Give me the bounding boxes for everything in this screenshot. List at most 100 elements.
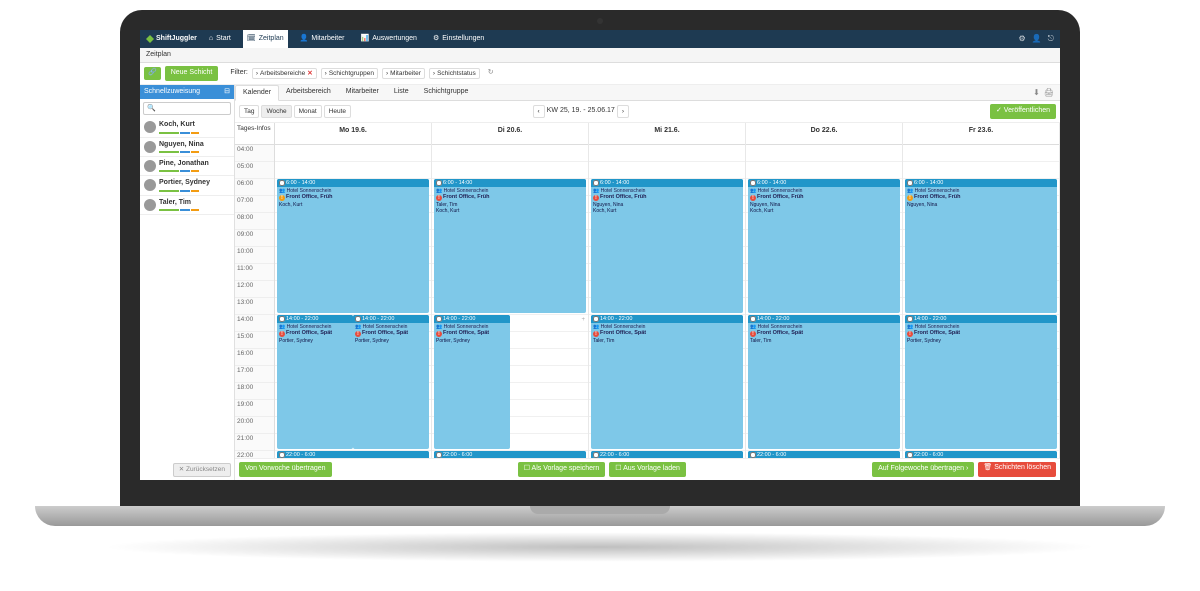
- view-tabs: Kalender Arbeitsbereich Mitarbeiter List…: [235, 85, 1060, 102]
- nav-zeitplan[interactable]: 🗓 Zeitplan: [243, 30, 288, 48]
- shift-checkbox[interactable]: [907, 452, 913, 458]
- shift-checkbox[interactable]: [593, 452, 599, 458]
- shift-morning[interactable]: 6:00 - 14:00👥 Hotel Sonnenschein! Front …: [748, 179, 900, 313]
- shift-group: ! Front Office, Spät: [279, 330, 351, 337]
- shift-checkbox[interactable]: [593, 316, 599, 322]
- collapse-icon[interactable]: ⊟: [224, 88, 230, 96]
- employee-item[interactable]: Taler, Tim: [140, 196, 234, 215]
- filter-arbeitsbereiche[interactable]: › Arbeitsbereiche ✕: [252, 68, 317, 80]
- tab-mitarbeiter[interactable]: Mitarbeiter: [339, 85, 387, 101]
- employee-item[interactable]: Koch, Kurt: [140, 118, 234, 137]
- breadcrumb: Zeitplan: [140, 48, 1060, 63]
- nav-start[interactable]: ⌂ Start: [205, 30, 235, 48]
- shift-late[interactable]: 14:00 - 22:00👥 Hotel Sonnenschein! Front…: [353, 315, 429, 449]
- view-tag-button[interactable]: Tag: [239, 105, 259, 119]
- prev-week-button[interactable]: ‹: [533, 105, 545, 119]
- shift-night[interactable]: 22:00 - 6:00👥 Hotel Sonnenschein: [434, 451, 586, 459]
- warning-icon: !: [593, 331, 599, 337]
- view-monat-button[interactable]: Monat: [294, 105, 322, 119]
- shift-checkbox[interactable]: [907, 316, 913, 322]
- filter-schichtgruppen[interactable]: › Schichtgruppen: [321, 68, 378, 80]
- view-woche-button[interactable]: Woche: [261, 105, 291, 119]
- quick-assign-button[interactable]: 🔗: [144, 67, 161, 79]
- shift-night[interactable]: 22:00 - 6:00👥 Hotel Sonnenschein: [748, 451, 900, 459]
- shift-checkbox[interactable]: [436, 316, 442, 322]
- shift-checkbox[interactable]: [279, 452, 285, 458]
- shift-checkbox[interactable]: [436, 452, 442, 458]
- shift-checkbox[interactable]: [279, 316, 285, 322]
- load-template-button[interactable]: ☐ Aus Vorlage laden: [609, 462, 686, 476]
- shift-group: ! Front Office, Früh: [279, 194, 427, 201]
- day-body[interactable]: +++ 6:00 - 14:00👥 Hotel Sonnenschein! Fr…: [275, 145, 431, 459]
- new-shift-button[interactable]: Neue Schicht: [165, 66, 219, 80]
- warning-icon: !: [279, 195, 285, 201]
- gear-icon[interactable]: ⚙: [1019, 34, 1026, 44]
- add-shift-icon[interactable]: +: [581, 317, 585, 324]
- shift-checkbox[interactable]: [907, 180, 913, 186]
- shift-morning[interactable]: 6:00 - 14:00👥 Hotel Sonnenschein! Front …: [434, 179, 586, 313]
- shift-checkbox[interactable]: [436, 180, 442, 186]
- day-body[interactable]: +++ 6:00 - 14:00👥 Hotel Sonnenschein! Fr…: [432, 145, 588, 459]
- clear-filter-icon[interactable]: ✕: [307, 70, 312, 78]
- tab-liste[interactable]: Liste: [387, 85, 417, 101]
- shift-checkbox[interactable]: [593, 180, 599, 186]
- copy-to-next-week-button[interactable]: Auf Folgewoche übertragen ›: [872, 462, 974, 476]
- shift-checkbox[interactable]: [750, 452, 756, 458]
- download-icon[interactable]: ⬇: [1033, 88, 1040, 98]
- tab-arbeitsbereich[interactable]: Arbeitsbereich: [279, 85, 339, 101]
- shift-checkbox[interactable]: [279, 180, 285, 186]
- shift-morning[interactable]: 6:00 - 14:00👥 Hotel Sonnenschein! Front …: [277, 179, 429, 313]
- employee-item[interactable]: Nguyen, Nina: [140, 138, 234, 157]
- nav-auswertungen[interactable]: 📊 Auswertungen: [356, 30, 420, 48]
- shift-late[interactable]: 14:00 - 22:00👥 Hotel Sonnenschein! Front…: [748, 315, 900, 449]
- filter-label: Filter:: [230, 69, 248, 77]
- hour-label: 16:00: [235, 349, 274, 366]
- hour-label: 15:00: [235, 332, 274, 349]
- shift-checkbox[interactable]: [355, 316, 361, 322]
- warning-icon: !: [279, 331, 285, 337]
- day-column: Mi 21.6.+++ 6:00 - 14:00👥 Hotel Sonnensc…: [589, 123, 746, 459]
- filter-schichtstatus[interactable]: › Schichtstatus: [429, 68, 480, 80]
- day-header: Di 20.6.: [432, 123, 588, 145]
- shift-late[interactable]: 14:00 - 22:00👥 Hotel Sonnenschein! Front…: [905, 315, 1057, 449]
- sidebar-reset-button[interactable]: ✕ Zurücksetzen: [173, 463, 231, 477]
- tab-schichtgruppe[interactable]: Schichtgruppe: [417, 85, 477, 101]
- shift-morning[interactable]: 6:00 - 14:00👥 Hotel Sonnenschein! Front …: [591, 179, 743, 313]
- nav-einstellungen[interactable]: ⚙ Einstellungen: [429, 30, 488, 48]
- logout-icon[interactable]: ⎋: [1048, 34, 1054, 44]
- tab-kalender[interactable]: Kalender: [235, 85, 279, 102]
- day-body[interactable]: +++ 6:00 - 14:00👥 Hotel Sonnenschein! Fr…: [589, 145, 745, 459]
- shift-employees: Taler, TimKoch, Kurt: [436, 202, 584, 214]
- shift-checkbox[interactable]: [750, 316, 756, 322]
- employee-search-input[interactable]: [143, 102, 231, 115]
- laptop-shadow: [100, 532, 1100, 562]
- day-body[interactable]: +++ 6:00 - 14:00👥 Hotel Sonnenschein! Fr…: [903, 145, 1059, 459]
- shift-night[interactable]: 22:00 - 6:00👥 Hotel Sonnenschein: [905, 451, 1057, 459]
- employee-item[interactable]: Portier, Sydney: [140, 176, 234, 195]
- publish-button[interactable]: ✓ Veröffentlichen: [990, 104, 1056, 118]
- user-icon[interactable]: 👤: [1032, 34, 1042, 44]
- print-icon[interactable]: 🖨: [1044, 88, 1054, 98]
- delete-shifts-button[interactable]: 🗑 Schichten löschen: [978, 462, 1056, 476]
- warning-icon: !: [907, 331, 913, 337]
- shift-night[interactable]: 22:00 - 6:00👥 Hotel Sonnenschein: [277, 451, 429, 459]
- copy-from-prev-week-button[interactable]: Von Vorwoche übertragen: [239, 462, 332, 476]
- shift-morning[interactable]: 6:00 - 14:00👥 Hotel Sonnenschein! Front …: [905, 179, 1057, 313]
- shift-group: ! Front Office, Früh: [436, 194, 584, 201]
- shift-late[interactable]: 14:00 - 22:00👥 Hotel Sonnenschein! Front…: [591, 315, 743, 449]
- day-body[interactable]: +++ 6:00 - 14:00👥 Hotel Sonnenschein! Fr…: [746, 145, 902, 459]
- shift-checkbox[interactable]: [750, 180, 756, 186]
- heute-button[interactable]: Heute: [324, 105, 351, 119]
- employee-item[interactable]: Pine, Jonathan: [140, 157, 234, 176]
- save-template-button[interactable]: ☐ Als Vorlage speichern: [518, 462, 606, 476]
- shift-late[interactable]: 14:00 - 22:00👥 Hotel Sonnenschein! Front…: [434, 315, 510, 449]
- shift-late[interactable]: 14:00 - 22:00👥 Hotel Sonnenschein! Front…: [277, 315, 353, 449]
- avatar: [144, 179, 156, 191]
- next-week-button[interactable]: ›: [617, 105, 629, 119]
- filter-mitarbeiter[interactable]: › Mitarbeiter: [382, 68, 425, 80]
- shift-group: ! Front Office, Spät: [907, 330, 1055, 337]
- shift-night[interactable]: 22:00 - 6:00👥 Hotel Sonnenschein: [591, 451, 743, 459]
- filter-reset-icon[interactable]: ↻: [488, 69, 494, 77]
- nav-mitarbeiter[interactable]: 👤 Mitarbeiter: [296, 30, 349, 48]
- topbar-right-icons[interactable]: ⚙ 👤 ⎋: [1019, 34, 1054, 44]
